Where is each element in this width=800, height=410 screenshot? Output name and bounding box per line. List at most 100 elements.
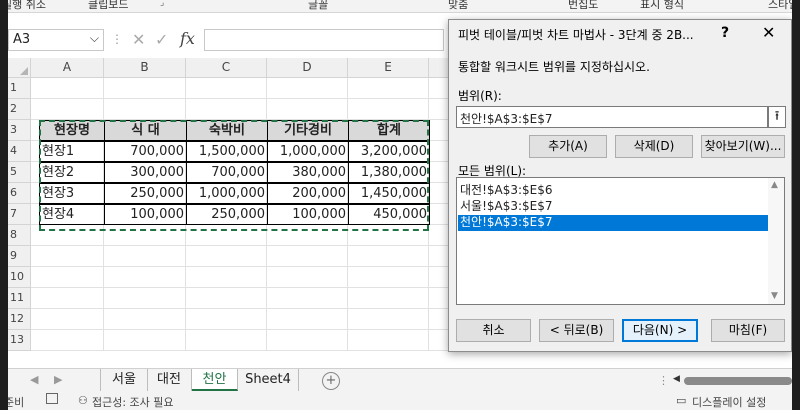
table-header-cell[interactable]: 식 대 xyxy=(104,120,187,141)
formula-input[interactable] xyxy=(204,29,444,51)
empty-cell[interactable] xyxy=(348,225,429,246)
tab-split-handle-icon[interactable]: ⋮ xyxy=(658,374,669,387)
empty-cell[interactable] xyxy=(31,309,104,330)
empty-cell[interactable] xyxy=(31,267,104,288)
table-cell[interactable]: 현장1 xyxy=(39,141,105,162)
next-button[interactable]: 다음(N) > xyxy=(622,319,698,342)
empty-cell[interactable] xyxy=(31,78,104,99)
help-icon[interactable]: ? xyxy=(721,25,729,41)
table-cell[interactable]: 1,450,000 xyxy=(348,183,430,204)
status-accessibility[interactable]: 접근성: 조사 필요 xyxy=(92,394,174,410)
empty-cell[interactable] xyxy=(186,99,267,120)
close-icon[interactable]: ✕ xyxy=(762,23,775,42)
scroll-down-icon[interactable]: ▼ xyxy=(771,291,778,301)
empty-cell[interactable] xyxy=(31,99,104,120)
table-cell[interactable]: 1,000,000 xyxy=(186,183,268,204)
table-cell[interactable]: 3,200,000 xyxy=(348,141,430,162)
row-header[interactable]: 8 xyxy=(8,225,31,246)
sheet-tab-seoul[interactable]: 서울 xyxy=(100,369,148,391)
sheet-tab-cheonan[interactable]: 천안 xyxy=(192,369,238,391)
table-header-cell[interactable]: 기타경비 xyxy=(267,120,349,141)
empty-cell[interactable] xyxy=(186,288,267,309)
range-input[interactable]: 천안!$A$3:$E$7 xyxy=(456,106,768,128)
table-cell[interactable]: 300,000 xyxy=(104,162,187,183)
empty-cell[interactable] xyxy=(186,330,267,351)
empty-cell[interactable] xyxy=(267,225,348,246)
add-sheet-icon[interactable]: + xyxy=(322,372,340,390)
empty-cell[interactable] xyxy=(348,288,429,309)
next-sheet-icon[interactable]: ▶ xyxy=(54,373,62,386)
table-cell[interactable]: 현장2 xyxy=(39,162,105,183)
table-cell[interactable]: 100,000 xyxy=(267,204,349,225)
row-header[interactable]: 11 xyxy=(8,288,31,309)
table-cell[interactable]: 700,000 xyxy=(104,141,187,162)
row-header[interactable]: 7 xyxy=(8,204,31,225)
empty-cell[interactable] xyxy=(348,78,429,99)
table-cell[interactable]: 200,000 xyxy=(267,183,349,204)
empty-cell[interactable] xyxy=(267,288,348,309)
status-display-settings[interactable]: 디스플레이 설정 xyxy=(692,394,766,410)
empty-cell[interactable] xyxy=(104,288,186,309)
row-header[interactable]: 5 xyxy=(8,162,31,183)
empty-cell[interactable] xyxy=(267,78,348,99)
empty-cell[interactable] xyxy=(186,246,267,267)
list-item[interactable]: 서울!$A$3:$E$7 xyxy=(458,199,769,215)
scroll-left-icon[interactable]: ◀ xyxy=(673,374,680,384)
empty-cell[interactable] xyxy=(186,309,267,330)
column-header-c[interactable]: C xyxy=(186,58,267,78)
row-header[interactable]: 9 xyxy=(8,246,31,267)
table-cell[interactable]: 250,000 xyxy=(104,183,187,204)
empty-cell[interactable] xyxy=(267,330,348,351)
select-all-corner[interactable] xyxy=(8,58,31,78)
empty-cell[interactable] xyxy=(348,246,429,267)
empty-cell[interactable] xyxy=(31,225,104,246)
table-header-cell[interactable]: 숙박비 xyxy=(186,120,268,141)
empty-cell[interactable] xyxy=(186,267,267,288)
table-cell[interactable]: 1,500,000 xyxy=(186,141,268,162)
insert-function-icon[interactable]: fx xyxy=(180,29,195,48)
table-cell[interactable]: 현장4 xyxy=(39,204,105,225)
row-header[interactable]: 3 xyxy=(8,120,31,141)
browse-button[interactable]: 찾아보기(W)... xyxy=(701,135,785,158)
horizontal-scrollbar[interactable] xyxy=(684,377,792,385)
empty-cell[interactable] xyxy=(267,309,348,330)
column-header-b[interactable]: B xyxy=(104,58,186,78)
confirm-entry-icon[interactable]: ✓ xyxy=(155,30,168,49)
table-cell[interactable]: 380,000 xyxy=(267,162,349,183)
collapse-dialog-icon[interactable]: ⭱ xyxy=(768,106,786,128)
row-header[interactable]: 4 xyxy=(8,141,31,162)
empty-cell[interactable] xyxy=(267,246,348,267)
empty-cell[interactable] xyxy=(31,246,104,267)
name-box[interactable]: A3 ⌵ xyxy=(8,29,104,51)
row-header[interactable]: 10 xyxy=(8,267,31,288)
empty-cell[interactable] xyxy=(348,330,429,351)
column-header-a[interactable]: A xyxy=(31,58,104,78)
prev-sheet-icon[interactable]: ◀ xyxy=(30,373,38,386)
table-cell[interactable]: 250,000 xyxy=(186,204,268,225)
sheet-tab-daejeon[interactable]: 대전 xyxy=(147,369,192,391)
empty-cell[interactable] xyxy=(348,267,429,288)
column-header-d[interactable]: D xyxy=(267,58,348,78)
column-header-e[interactable]: E xyxy=(348,58,429,78)
empty-cell[interactable] xyxy=(104,267,186,288)
clipboard-launcher-icon[interactable]: ⌟ xyxy=(160,0,164,8)
empty-cell[interactable] xyxy=(348,309,429,330)
empty-cell[interactable] xyxy=(186,78,267,99)
list-scrollbar[interactable]: ▲ ▼ xyxy=(768,178,784,304)
table-cell[interactable]: 현장3 xyxy=(39,183,105,204)
all-ranges-list[interactable]: 대전!$A$3:$E$6 서울!$A$3:$E$7 천안!$A$3:$E$7 ▲… xyxy=(456,177,785,305)
list-item[interactable]: 대전!$A$3:$E$6 xyxy=(458,183,769,199)
row-header[interactable]: 12 xyxy=(8,309,31,330)
delete-range-button[interactable]: 삭제(D) xyxy=(615,135,693,158)
empty-cell[interactable] xyxy=(104,225,186,246)
row-header[interactable]: 1 xyxy=(8,78,31,99)
table-cell[interactable]: 450,000 xyxy=(348,204,430,225)
row-header[interactable]: 6 xyxy=(8,183,31,204)
back-button[interactable]: < 뒤로(B) xyxy=(539,319,614,342)
list-item-selected[interactable]: 천안!$A$3:$E$7 xyxy=(458,215,769,231)
row-header[interactable]: 2 xyxy=(8,99,31,120)
macro-record-icon[interactable] xyxy=(46,393,58,404)
empty-cell[interactable] xyxy=(348,99,429,120)
table-cell[interactable]: 1,380,000 xyxy=(348,162,430,183)
empty-cell[interactable] xyxy=(31,330,104,351)
